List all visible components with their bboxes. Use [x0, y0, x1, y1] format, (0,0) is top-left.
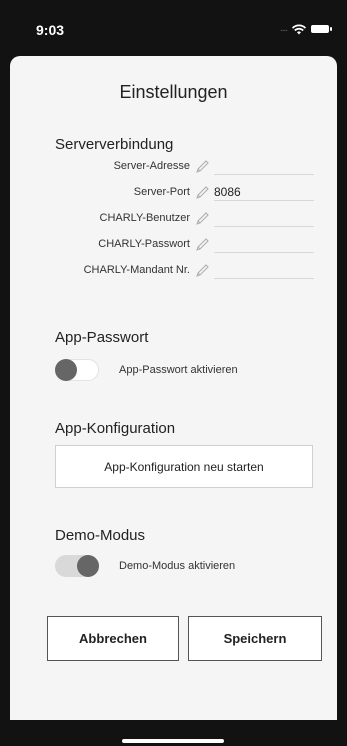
app-password-toggle-label: App-Passwort aktivieren: [119, 364, 238, 376]
pencil-icon: [196, 238, 209, 251]
charly-password-row: CHARLY-Passwort: [10, 235, 337, 255]
server-port-row: Server-Port: [10, 183, 337, 203]
server-port-label: Server-Port: [133, 186, 190, 198]
charly-user-input[interactable]: [214, 209, 314, 227]
signal-icon: ....: [279, 23, 288, 34]
app-configuration-heading: App-Konfiguration: [55, 420, 176, 437]
settings-sheet: Einstellungen Serververbindung Server-Ad…: [10, 56, 337, 720]
charly-password-label: CHARLY-Passwort: [98, 238, 190, 250]
server-address-row: Server-Adresse: [10, 157, 337, 177]
toggle-knob: [55, 359, 77, 381]
wifi-icon: [292, 24, 306, 34]
status-bar: 9:03 ....: [0, 0, 347, 50]
app-password-toggle[interactable]: [55, 359, 99, 381]
status-icons: ....: [279, 22, 332, 36]
demo-mode-toggle[interactable]: [55, 555, 99, 577]
charly-user-row: CHARLY-Benutzer: [10, 209, 337, 229]
home-indicator: [122, 739, 224, 743]
page-title: Einstellungen: [119, 82, 228, 102]
cancel-button[interactable]: Abbrechen: [47, 616, 179, 661]
pencil-icon: [196, 264, 209, 277]
charly-client-input[interactable]: [214, 261, 314, 279]
server-address-input[interactable]: [214, 157, 314, 175]
battery-icon: [311, 25, 332, 33]
save-button[interactable]: Speichern: [188, 616, 322, 661]
server-connection-heading: Serververbindung: [55, 136, 174, 153]
pencil-icon: [196, 160, 209, 173]
pencil-icon: [196, 186, 209, 199]
app-password-heading: App-Passwort: [55, 329, 149, 346]
restart-configuration-button[interactable]: App-Konfiguration neu starten: [55, 445, 313, 488]
server-address-label: Server-Adresse: [113, 160, 190, 172]
status-time: 9:03: [36, 22, 65, 38]
demo-mode-toggle-label: Demo-Modus aktivieren: [119, 560, 236, 572]
charly-user-label: CHARLY-Benutzer: [99, 212, 191, 224]
charly-password-input[interactable]: [214, 235, 314, 253]
pencil-icon: [196, 212, 209, 225]
toggle-knob: [77, 555, 99, 577]
server-port-input[interactable]: [214, 183, 314, 201]
charly-client-label: CHARLY-Mandant Nr.: [83, 264, 190, 276]
charly-client-row: CHARLY-Mandant Nr.: [10, 261, 337, 281]
demo-mode-heading: Demo-Modus: [55, 527, 146, 544]
